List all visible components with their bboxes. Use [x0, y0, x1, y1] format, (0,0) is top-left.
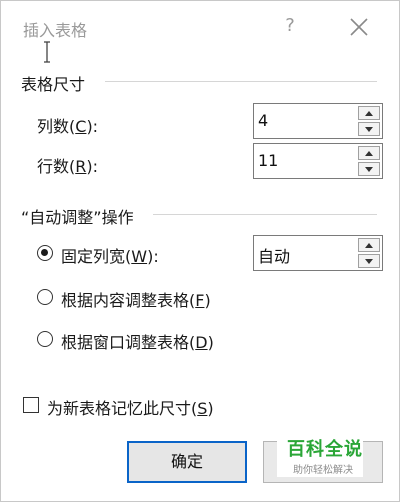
arrow-up-icon	[365, 111, 373, 116]
fixed-width-spinbox[interactable]: 自动	[253, 235, 383, 271]
arrow-down-icon	[365, 167, 373, 172]
watermark-title: 百科全说	[287, 439, 363, 460]
columns-increment-button[interactable]	[358, 106, 380, 120]
ok-button[interactable]: 确定	[127, 441, 247, 483]
insert-table-dialog: 插入表格 ? 表格尺寸 列数(C): 4 行数(R): 11 “自动调整”操作	[0, 0, 400, 502]
autofit-content-label[interactable]: 根据内容调整表格(F)	[61, 287, 211, 311]
autofit-heading: “自动调整”操作	[21, 208, 134, 227]
radio-selected-dot	[41, 249, 48, 256]
arrow-up-icon	[365, 151, 373, 156]
watermark-logo: 百科全说 助你轻松解决	[277, 431, 363, 477]
table-size-heading: 表格尺寸	[21, 75, 86, 94]
fixed-width-decrement-button[interactable]	[358, 254, 380, 268]
rows-value[interactable]: 11	[258, 151, 278, 170]
table-size-divider	[105, 81, 377, 82]
columns-value[interactable]: 4	[258, 111, 268, 130]
fixed-width-radio[interactable]	[37, 245, 53, 261]
columns-spinbox[interactable]: 4	[253, 103, 383, 139]
close-icon	[350, 18, 368, 36]
columns-label: 列数(C):	[37, 117, 99, 136]
columns-spin-arrows	[358, 106, 380, 136]
help-button[interactable]: ?	[279, 15, 301, 39]
title-bar: 插入表格 ?	[1, 1, 399, 53]
rows-spinbox[interactable]: 11	[253, 143, 383, 179]
rows-increment-button[interactable]	[358, 146, 380, 160]
text-cursor-icon	[44, 41, 50, 63]
arrow-down-icon	[365, 259, 373, 264]
autofit-window-radio[interactable]	[37, 331, 53, 347]
fixed-width-increment-button[interactable]	[358, 238, 380, 252]
close-button[interactable]	[347, 15, 371, 39]
rows-label: 行数(R):	[37, 157, 99, 176]
arrow-up-icon	[365, 243, 373, 248]
watermark-subtitle: 助你轻松解决	[293, 465, 353, 476]
arrow-down-icon	[365, 127, 373, 132]
rows-spin-arrows	[358, 146, 380, 176]
columns-decrement-button[interactable]	[358, 122, 380, 136]
fixed-width-label[interactable]: 固定列宽(W):	[61, 243, 159, 267]
remember-size-label[interactable]: 为新表格记忆此尺寸(S)	[47, 395, 214, 419]
rows-decrement-button[interactable]	[358, 162, 380, 176]
remember-size-checkbox[interactable]	[23, 397, 39, 413]
dialog-title: 插入表格	[23, 21, 88, 40]
fixed-width-spin-arrows	[358, 238, 380, 268]
autofit-content-radio[interactable]	[37, 289, 53, 305]
autofit-window-label[interactable]: 根据窗口调整表格(D)	[61, 329, 214, 353]
fixed-width-value[interactable]: 自动	[258, 243, 290, 267]
autofit-divider	[153, 214, 377, 215]
